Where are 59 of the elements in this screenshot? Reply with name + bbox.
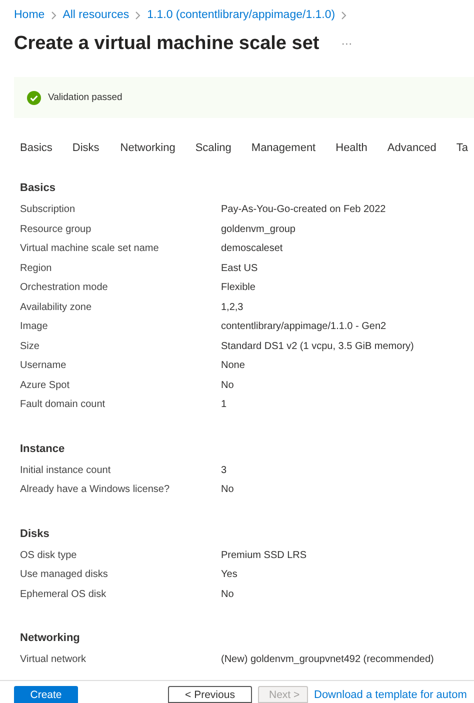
tab[interactable]: Advanced: [387, 142, 436, 154]
field-label: Initial instance count: [20, 464, 112, 476]
section-heading: Instance: [20, 442, 66, 454]
previous-button[interactable]: < Previous: [168, 686, 252, 703]
breadcrumb-link[interactable]: 1.1.0 (contentlibrary/appimage/1.1.0): [147, 9, 336, 21]
field-value: (New) goldenvm_groupvnet492 (recommended): [221, 654, 434, 666]
page-title: Create a virtual machine scale set: [14, 33, 320, 55]
field-value: East US: [221, 262, 258, 274]
breadcrumb-link[interactable]: Home: [14, 9, 45, 21]
more-menu[interactable]: ···: [341, 38, 352, 50]
field-value: No: [221, 484, 234, 496]
section-heading: Networking: [20, 632, 81, 644]
check-circle-icon: [27, 90, 41, 104]
field-value: None: [221, 360, 245, 372]
field-label: Size: [20, 340, 40, 352]
tab[interactable]: Disks: [72, 142, 100, 154]
field-value: 3: [221, 464, 227, 476]
field-label: Orchestration mode: [20, 282, 109, 294]
tab[interactable]: Ta: [456, 142, 468, 154]
tab[interactable]: Health: [336, 142, 368, 154]
section-heading: Basics: [20, 182, 56, 194]
field-value: Pay-As-You-Go-created on Feb 2022: [221, 204, 386, 216]
create-button[interactable]: Create: [14, 686, 78, 703]
field-label: Use managed disks: [20, 569, 109, 580]
field-value: Flexible: [221, 282, 256, 294]
field-label: Username: [20, 360, 68, 372]
field-value: Yes: [221, 569, 238, 580]
field-label: Resource group: [20, 224, 92, 235]
field-value: goldenvm_group: [221, 224, 296, 235]
section-heading: Disks: [20, 528, 50, 540]
download-template-link[interactable]: Download a template for autom: [314, 683, 467, 701]
chevron-icon: [135, 10, 142, 20]
tab[interactable]: Scaling: [195, 142, 232, 154]
field-value: Premium SSD LRS: [221, 550, 307, 561]
field-value: No: [221, 588, 234, 600]
field-label: Azure Spot: [20, 380, 70, 391]
field-value: 1: [221, 399, 227, 410]
field-label: OS disk type: [20, 550, 78, 561]
field-value: No: [221, 380, 234, 391]
tab[interactable]: Basics: [20, 142, 52, 154]
breadcrumb-link[interactable]: All resources: [62, 9, 130, 21]
field-label: Virtual machine scale set name: [20, 243, 160, 254]
field-label: Fault domain count: [20, 399, 106, 410]
validation-message: Validation passed: [48, 92, 122, 103]
field-label: Region: [20, 262, 53, 274]
field-value: contentlibrary/appimage/1.1.0 - Gen2: [221, 321, 386, 332]
field-value: 1,2,3: [221, 302, 244, 313]
field-label: Virtual network: [20, 654, 87, 666]
chevron-icon: [341, 10, 348, 20]
tab[interactable]: Networking: [120, 142, 176, 154]
field-label: Image: [20, 321, 49, 332]
field-value: Standard DS1 v2 (1 vcpu, 3.5 GiB memory): [221, 340, 414, 352]
field-label: Already have a Windows license?: [20, 484, 171, 496]
chevron-icon: [50, 10, 57, 20]
field-label: Subscription: [20, 204, 76, 216]
tab[interactable]: Management: [251, 142, 316, 154]
field-value: demoscaleset: [221, 243, 283, 254]
field-label: Availability zone: [20, 302, 93, 313]
field-label: Ephemeral OS disk: [20, 588, 108, 600]
